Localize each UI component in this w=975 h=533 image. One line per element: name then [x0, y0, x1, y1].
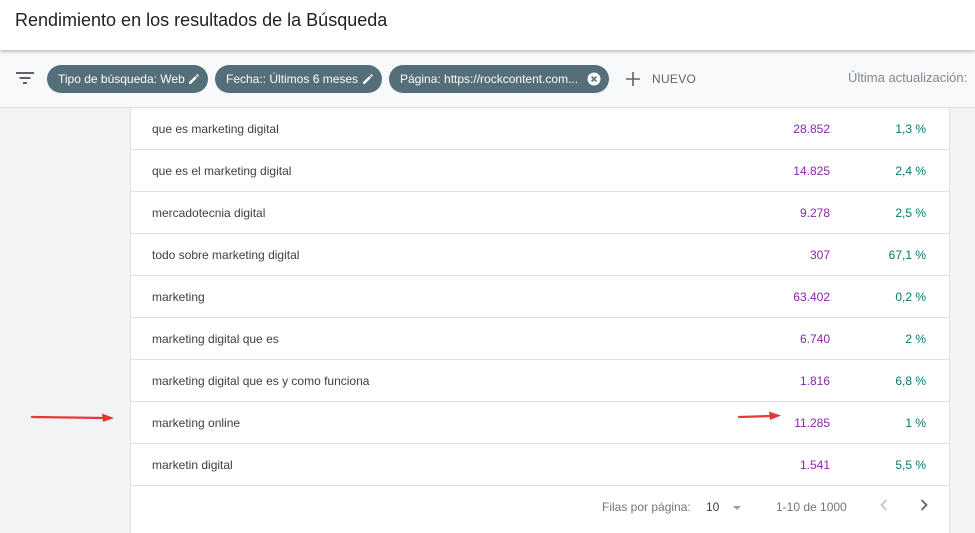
edit-icon[interactable] [361, 72, 375, 86]
edit-icon[interactable] [187, 72, 201, 86]
clicks-cell: 1.816 [799, 374, 830, 388]
ctr-cell: 2 % [905, 332, 926, 346]
rows-per-page-select[interactable]: 10 [706, 500, 719, 514]
filter-list-icon[interactable] [15, 70, 35, 86]
ctr-cell: 5,5 % [895, 458, 926, 472]
query-cell: que es marketing digital [152, 122, 279, 136]
table-row[interactable]: todo sobre marketing digital 307 67,1 % [131, 234, 949, 276]
chevron-right-icon[interactable] [916, 496, 932, 514]
close-circle-icon[interactable] [587, 72, 601, 86]
ctr-cell: 2,4 % [895, 164, 926, 178]
annotation-arrow-right [737, 411, 781, 420]
header: Rendimiento en los resultados de la Búsq… [0, 0, 975, 50]
ctr-cell: 6,8 % [895, 374, 926, 388]
ctr-cell: 2,5 % [895, 206, 926, 220]
table-row[interactable]: que es marketing digital 28.852 1,3 % [131, 108, 949, 150]
query-cell: marketing digital que es y como funciona [152, 374, 370, 388]
query-cell: todo sobre marketing digital [152, 248, 300, 262]
ctr-cell: 0,2 % [895, 290, 926, 304]
table-row[interactable]: marketing digital que es y como funciona… [131, 360, 949, 402]
clicks-cell: 307 [809, 248, 830, 262]
page-title: Rendimiento en los resultados de la Búsq… [15, 10, 388, 30]
table-row[interactable]: que es el marketing digital 14.825 2,4 % [131, 150, 949, 192]
ctr-cell: 1 % [905, 416, 926, 430]
clicks-cell: 11.285 [794, 416, 830, 430]
new-filter-button[interactable]: NUEVO [625, 67, 696, 91]
ctr-cell: 67,1 % [888, 248, 926, 262]
filter-chip-page[interactable]: Página: https://rockcontent.com... [389, 65, 609, 93]
table-row[interactable]: marketin digital 1.541 5,5 % [131, 444, 949, 486]
table-row[interactable]: mercadotecnia digital 9.278 2,5 % [131, 192, 949, 234]
table-row[interactable]: marketing online 11.285 1 % [131, 402, 949, 444]
dropdown-caret-icon[interactable] [731, 504, 743, 512]
clicks-cell: 28.852 [793, 122, 830, 136]
content-area: que es marketing digital 28.852 1,3 % que e… [0, 108, 975, 533]
ctr-cell: 1,3 % [895, 122, 926, 136]
chip-label: Tipo de búsqueda: Web [58, 72, 185, 86]
query-cell: marketing digital que es [152, 332, 279, 346]
filter-chip-search-type[interactable]: Tipo de búsqueda: Web [47, 65, 208, 93]
query-cell: marketing online [152, 416, 241, 430]
clicks-cell: 1.541 [799, 458, 830, 472]
clicks-cell: 63.402 [793, 290, 830, 304]
query-cell: marketing [152, 290, 205, 304]
chip-label: Fecha:: Últimos 6 meses [226, 72, 359, 86]
query-cell: marketin digital [152, 458, 233, 472]
table-row[interactable]: marketing 63.402 0,2 % [131, 276, 949, 318]
clicks-cell: 6.740 [799, 332, 830, 346]
chevron-left-icon[interactable] [876, 496, 892, 514]
queries-table-card: que es marketing digital 28.852 1,3 % que e… [130, 108, 950, 533]
clicks-cell: 9.278 [799, 206, 830, 220]
pagination: Filas por página: 10 1-10 de 1000 [131, 482, 949, 532]
clicks-cell: 14.825 [793, 164, 830, 178]
filter-bar: Tipo de búsqueda: Web Fecha:: Últimos 6 … [0, 50, 975, 108]
new-filter-label: NUEVO [652, 72, 697, 86]
annotation-arrow-left [30, 413, 114, 422]
plus-icon [626, 72, 640, 86]
chip-label: Página: https://rockcontent.com... [400, 72, 579, 86]
page-range: 1-10 de 1000 [776, 500, 847, 514]
rows-per-page-label: Filas por página: [602, 500, 691, 514]
query-cell: que es el marketing digital [152, 164, 292, 178]
table-row[interactable]: marketing digital que es 6.740 2 % [131, 318, 949, 360]
filter-chip-date[interactable]: Fecha:: Últimos 6 meses [215, 65, 382, 93]
last-update-label: Última actualización: [848, 70, 968, 85]
query-cell: mercadotecnia digital [152, 206, 266, 220]
